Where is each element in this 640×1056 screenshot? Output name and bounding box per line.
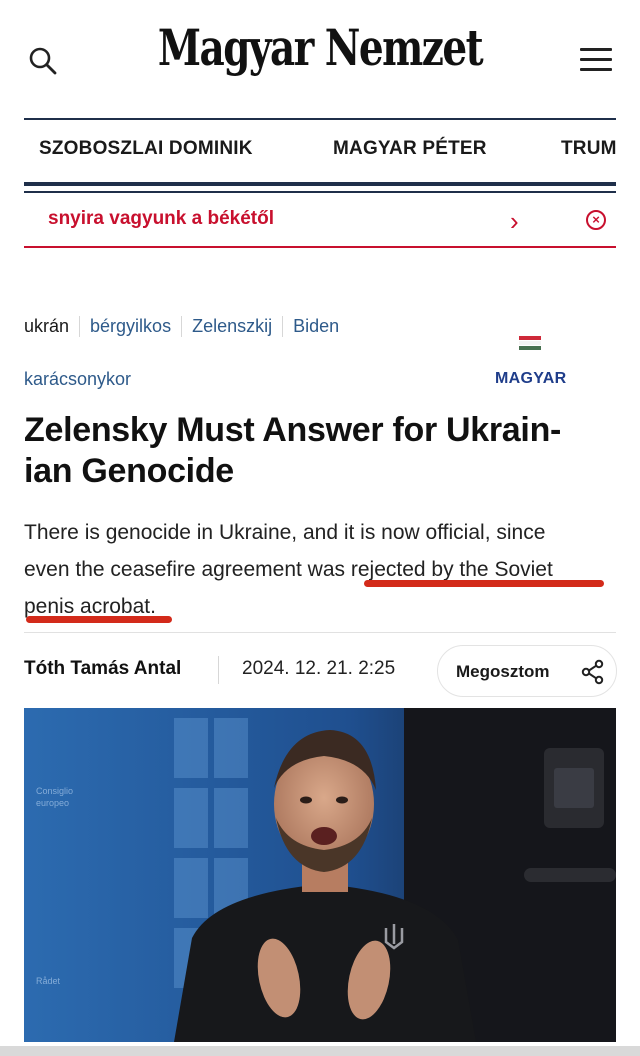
close-circle-icon[interactable]: ×: [586, 210, 606, 230]
lead-line: penis acrobat.: [24, 595, 156, 618]
tag-link[interactable]: Zelenszkij: [192, 316, 284, 337]
share-label: Megosztom: [456, 662, 550, 681]
svg-text:europeo: europeo: [36, 798, 69, 808]
highlight-underline: [26, 616, 172, 623]
headline-line: Zelensky Must Answer for Ukrain-: [24, 411, 562, 449]
share-icon: [581, 659, 604, 685]
site-logo[interactable]: Magyar Nemzet: [70, 18, 569, 77]
topic-link[interactable]: SZOBOSZLAI DOMINIK: [39, 138, 253, 160]
svg-text:Rådet: Rådet: [36, 976, 61, 986]
meta-separator: [218, 656, 219, 684]
lead-line: even the ceasefire agreement was rejecte…: [24, 558, 553, 581]
lead-line: There is genocide in Ukraine, and it is …: [24, 521, 546, 544]
article-lead: There is genocide in Ukraine, and it is …: [24, 514, 618, 625]
hamburger-menu-icon[interactable]: [580, 48, 612, 74]
share-button[interactable]: Megosztom: [437, 645, 617, 697]
meta-divider: [24, 632, 616, 633]
news-ticker[interactable]: snyira vagyunk a békétől › ×: [24, 196, 616, 246]
article-hero-image[interactable]: Consiglio europeo Rådet: [24, 708, 616, 1042]
chevron-right-icon[interactable]: ›: [510, 206, 519, 237]
nav-divider: [24, 182, 616, 186]
tag-link[interactable]: bérgyilkos: [90, 316, 183, 337]
site-header: Magyar Nemzet: [0, 0, 640, 118]
ticker-text[interactable]: snyira vagyunk a békétől: [48, 208, 274, 230]
tag-link[interactable]: karácsonykor: [24, 369, 131, 390]
svg-text:Consiglio: Consiglio: [36, 786, 73, 796]
language-selector[interactable]: MAGYAR: [495, 370, 566, 388]
search-icon[interactable]: [26, 44, 60, 78]
article-headline: Zelensky Must Answer for Ukrain- ian Gen…: [24, 410, 614, 492]
bottom-bar: [0, 1046, 640, 1056]
headline-line: ian Genocide: [24, 452, 234, 490]
hungarian-flag-icon[interactable]: [519, 336, 541, 350]
nav-divider: [24, 191, 616, 193]
author-name[interactable]: Tóth Tamás Antal: [24, 658, 181, 680]
publish-date: 2024. 12. 21. 2:25: [242, 658, 396, 679]
tag-link[interactable]: ukrán: [24, 316, 81, 337]
tag-link[interactable]: Biden: [293, 316, 349, 337]
tag-list: ukrán bérgyilkos Zelenszkij Biden: [24, 316, 359, 344]
topic-link[interactable]: MAGYAR PÉTER: [333, 138, 487, 160]
topic-link[interactable]: TRUM: [561, 138, 616, 160]
ticker-divider: [24, 246, 616, 248]
highlight-underline: [364, 580, 604, 587]
topics-nav: SZOBOSZLAI DOMINIK MAGYAR PÉTER TRUM: [24, 120, 616, 178]
